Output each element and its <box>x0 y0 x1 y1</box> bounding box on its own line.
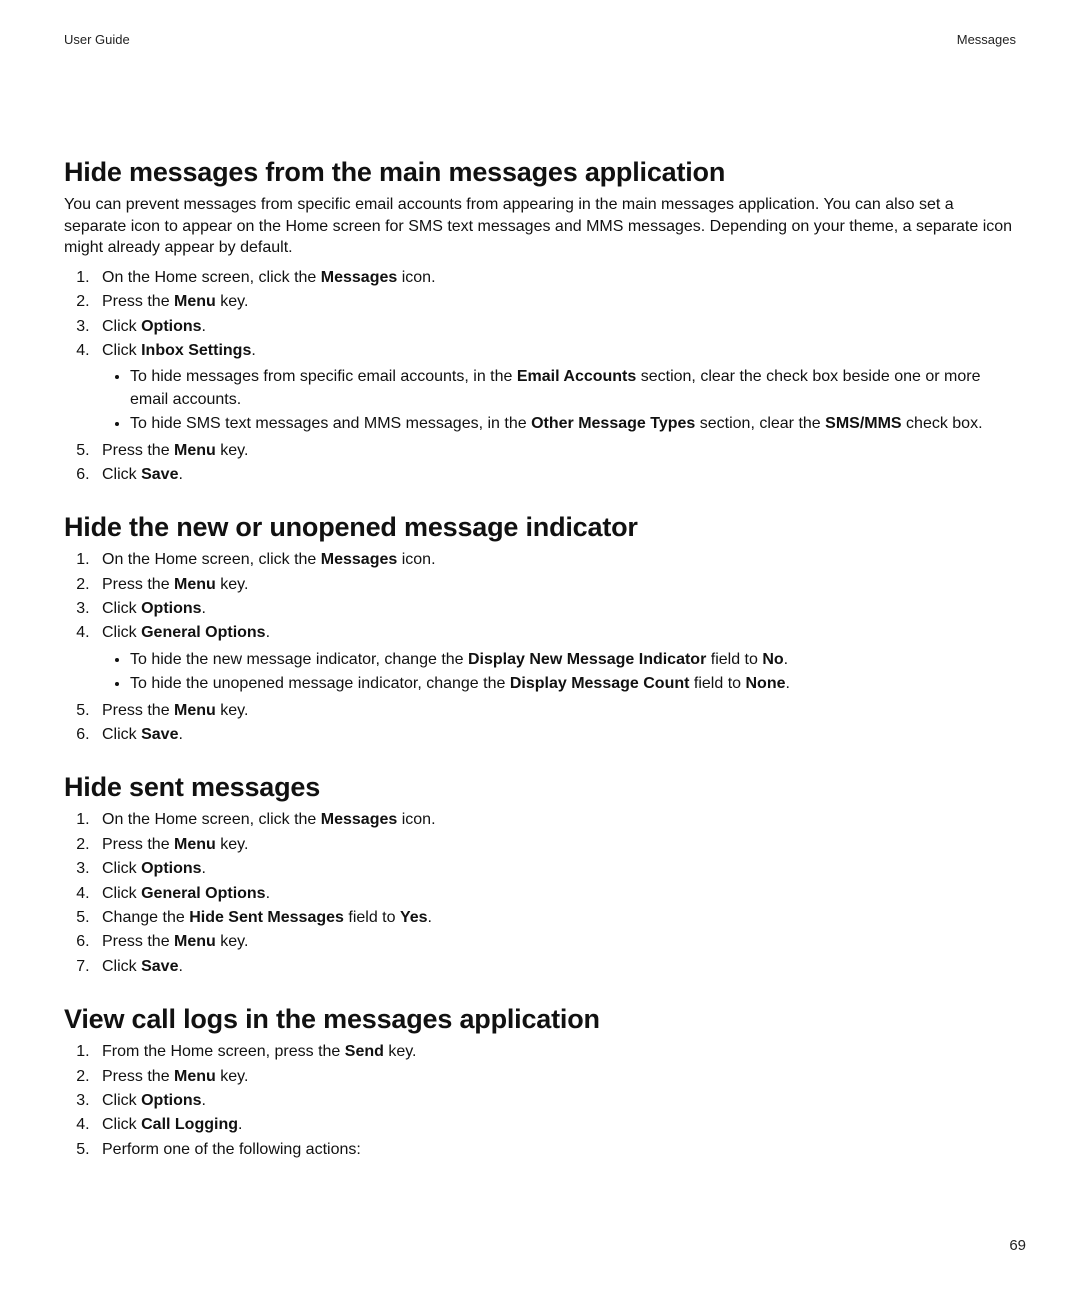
steps-list: On the Home screen, click the Messages i… <box>64 809 1016 978</box>
step-item: Change the Hide Sent Messages field to Y… <box>94 907 1016 929</box>
substep-item: To hide messages from specific email acc… <box>130 366 1016 411</box>
step-item: Click General Options. <box>94 883 1016 905</box>
step-item: Click General Options. To hide the new m… <box>94 622 1016 695</box>
step-item: Click Inbox Settings. To hide messages f… <box>94 340 1016 436</box>
substeps-list: To hide messages from specific email acc… <box>102 366 1016 435</box>
step-item: Click Options. <box>94 316 1016 338</box>
step-item: Click Options. <box>94 598 1016 620</box>
step-item: On the Home screen, click the Messages i… <box>94 809 1016 831</box>
step-item: From the Home screen, press the Send key… <box>94 1041 1016 1063</box>
step-item: Press the Menu key. <box>94 1066 1016 1088</box>
section-title-hide-indicator: Hide the new or unopened message indicat… <box>64 512 1016 543</box>
section-intro: You can prevent messages from specific e… <box>64 194 1016 259</box>
section-title-hide-sent: Hide sent messages <box>64 772 1016 803</box>
step-item: Click Options. <box>94 858 1016 880</box>
step-item: On the Home screen, click the Messages i… <box>94 549 1016 571</box>
step-item: Perform one of the following actions: <box>94 1139 1016 1161</box>
header-left: User Guide <box>64 32 130 47</box>
step-item: Press the Menu key. <box>94 834 1016 856</box>
steps-list: From the Home screen, press the Send key… <box>64 1041 1016 1161</box>
step-item: Click Save. <box>94 724 1016 746</box>
step-item: On the Home screen, click the Messages i… <box>94 267 1016 289</box>
step-item: Press the Menu key. <box>94 574 1016 596</box>
step-item: Click Call Logging. <box>94 1114 1016 1136</box>
substeps-list: To hide the new message indicator, chang… <box>102 649 1016 696</box>
page-number: 69 <box>1009 1237 1026 1254</box>
document-page: User Guide Messages Hide messages from t… <box>0 0 1080 1296</box>
step-item: Press the Menu key. <box>94 700 1016 722</box>
substep-item: To hide the unopened message indicator, … <box>130 673 1016 695</box>
step-item: Press the Menu key. <box>94 931 1016 953</box>
steps-list: On the Home screen, click the Messages i… <box>64 549 1016 746</box>
steps-list: On the Home screen, click the Messages i… <box>64 267 1016 487</box>
page-header: User Guide Messages <box>64 32 1016 47</box>
substep-item: To hide SMS text messages and MMS messag… <box>130 413 1016 435</box>
step-item: Click Save. <box>94 464 1016 486</box>
step-item: Press the Menu key. <box>94 291 1016 313</box>
section-title-hide-messages: Hide messages from the main messages app… <box>64 157 1016 188</box>
section-title-view-call-logs: View call logs in the messages applicati… <box>64 1004 1016 1035</box>
header-right: Messages <box>957 32 1016 47</box>
step-item: Click Save. <box>94 956 1016 978</box>
step-item: Press the Menu key. <box>94 440 1016 462</box>
substep-item: To hide the new message indicator, chang… <box>130 649 1016 671</box>
step-item: Click Options. <box>94 1090 1016 1112</box>
